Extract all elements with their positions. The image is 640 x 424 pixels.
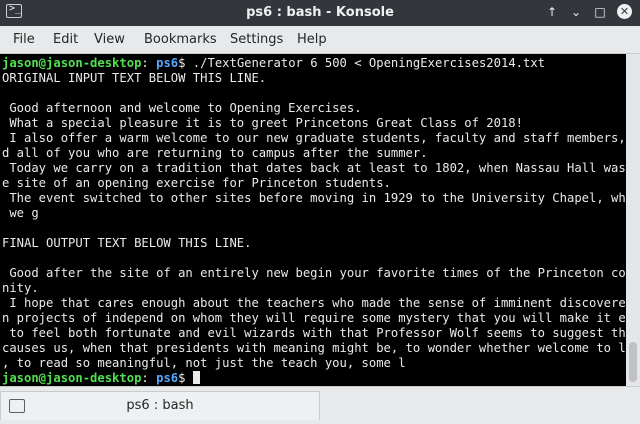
output-line: we g <box>2 206 39 220</box>
output-line: d all of you who are returning to campus… <box>2 146 428 160</box>
scrollbar[interactable] <box>626 54 640 386</box>
output-line: causes us, when that presidents with mea… <box>2 341 626 355</box>
maximize-button[interactable]: □ <box>592 4 608 20</box>
output-line: Today we carry on a tradition that dates… <box>2 161 626 175</box>
menu-settings[interactable]: Settings <box>230 32 283 47</box>
menu-bookmarks[interactable]: Bookmarks <box>144 32 217 47</box>
minimize-button[interactable]: ⌄ <box>568 4 584 20</box>
menu-bar: File Edit View Bookmarks Settings Help <box>0 26 640 54</box>
tab-label: ps6 : bash <box>126 398 194 413</box>
output-line: e site of an opening exercise for Prince… <box>2 176 391 190</box>
prompt-path: ps6 <box>156 56 179 70</box>
tab-bar: ps6 : bash <box>0 386 640 424</box>
menu-edit[interactable]: Edit <box>53 32 78 47</box>
current-prompt: jason@jason-desktop: ps6$ <box>2 371 200 385</box>
title-bar: >_ ps6 : bash - Konsole ↑ ⌄ □ ✕ <box>0 0 640 26</box>
output-line: ORIGINAL INPUT TEXT BELOW THIS LINE. <box>2 71 267 85</box>
prompt-path: ps6 <box>156 371 179 385</box>
menu-view[interactable]: View <box>94 32 125 47</box>
output-line: n projects of independ on whom they will… <box>2 311 626 325</box>
scrollbar-thumb[interactable] <box>629 342 637 382</box>
output-line: I also offer a warm welcome to our new g… <box>2 131 626 145</box>
output-line: FINAL OUTPUT TEXT BELOW THIS LINE. <box>2 236 252 250</box>
menu-help[interactable]: Help <box>297 32 327 47</box>
output-line: I hope that cares enough about the teach… <box>2 296 626 310</box>
keep-above-button[interactable]: ↑ <box>544 4 560 20</box>
text-cursor <box>192 371 200 384</box>
output-line: What a special pleasure it is to greet P… <box>2 116 523 130</box>
output-line: The event switched to other sites before… <box>2 191 626 205</box>
menu-file[interactable]: File <box>13 32 35 47</box>
prompt-user-host: jason@jason-desktop <box>2 371 142 385</box>
tab-ps6-bash[interactable]: ps6 : bash <box>0 391 320 420</box>
close-button[interactable]: ✕ <box>617 4 632 19</box>
output-line: Good after the site of an entirely new b… <box>2 266 626 280</box>
output-line: , to read so meaningful, not just the te… <box>2 356 406 370</box>
command-text: ./TextGenerator 6 500 < OpeningExercises… <box>185 56 546 70</box>
prompt-symbol: $ <box>178 371 186 385</box>
output-line: nity. <box>2 281 39 295</box>
terminal-area[interactable]: jason@jason-desktop: ps6$ ./TextGenerato… <box>0 54 626 386</box>
output-line: to feel both fortunate and evil wizards … <box>2 326 626 340</box>
prompt-user-host: jason@jason-desktop <box>2 56 142 70</box>
command-line: jason@jason-desktop: ps6$ ./TextGenerato… <box>2 56 546 70</box>
output-line: Good afternoon and welcome to Opening Ex… <box>2 101 362 115</box>
